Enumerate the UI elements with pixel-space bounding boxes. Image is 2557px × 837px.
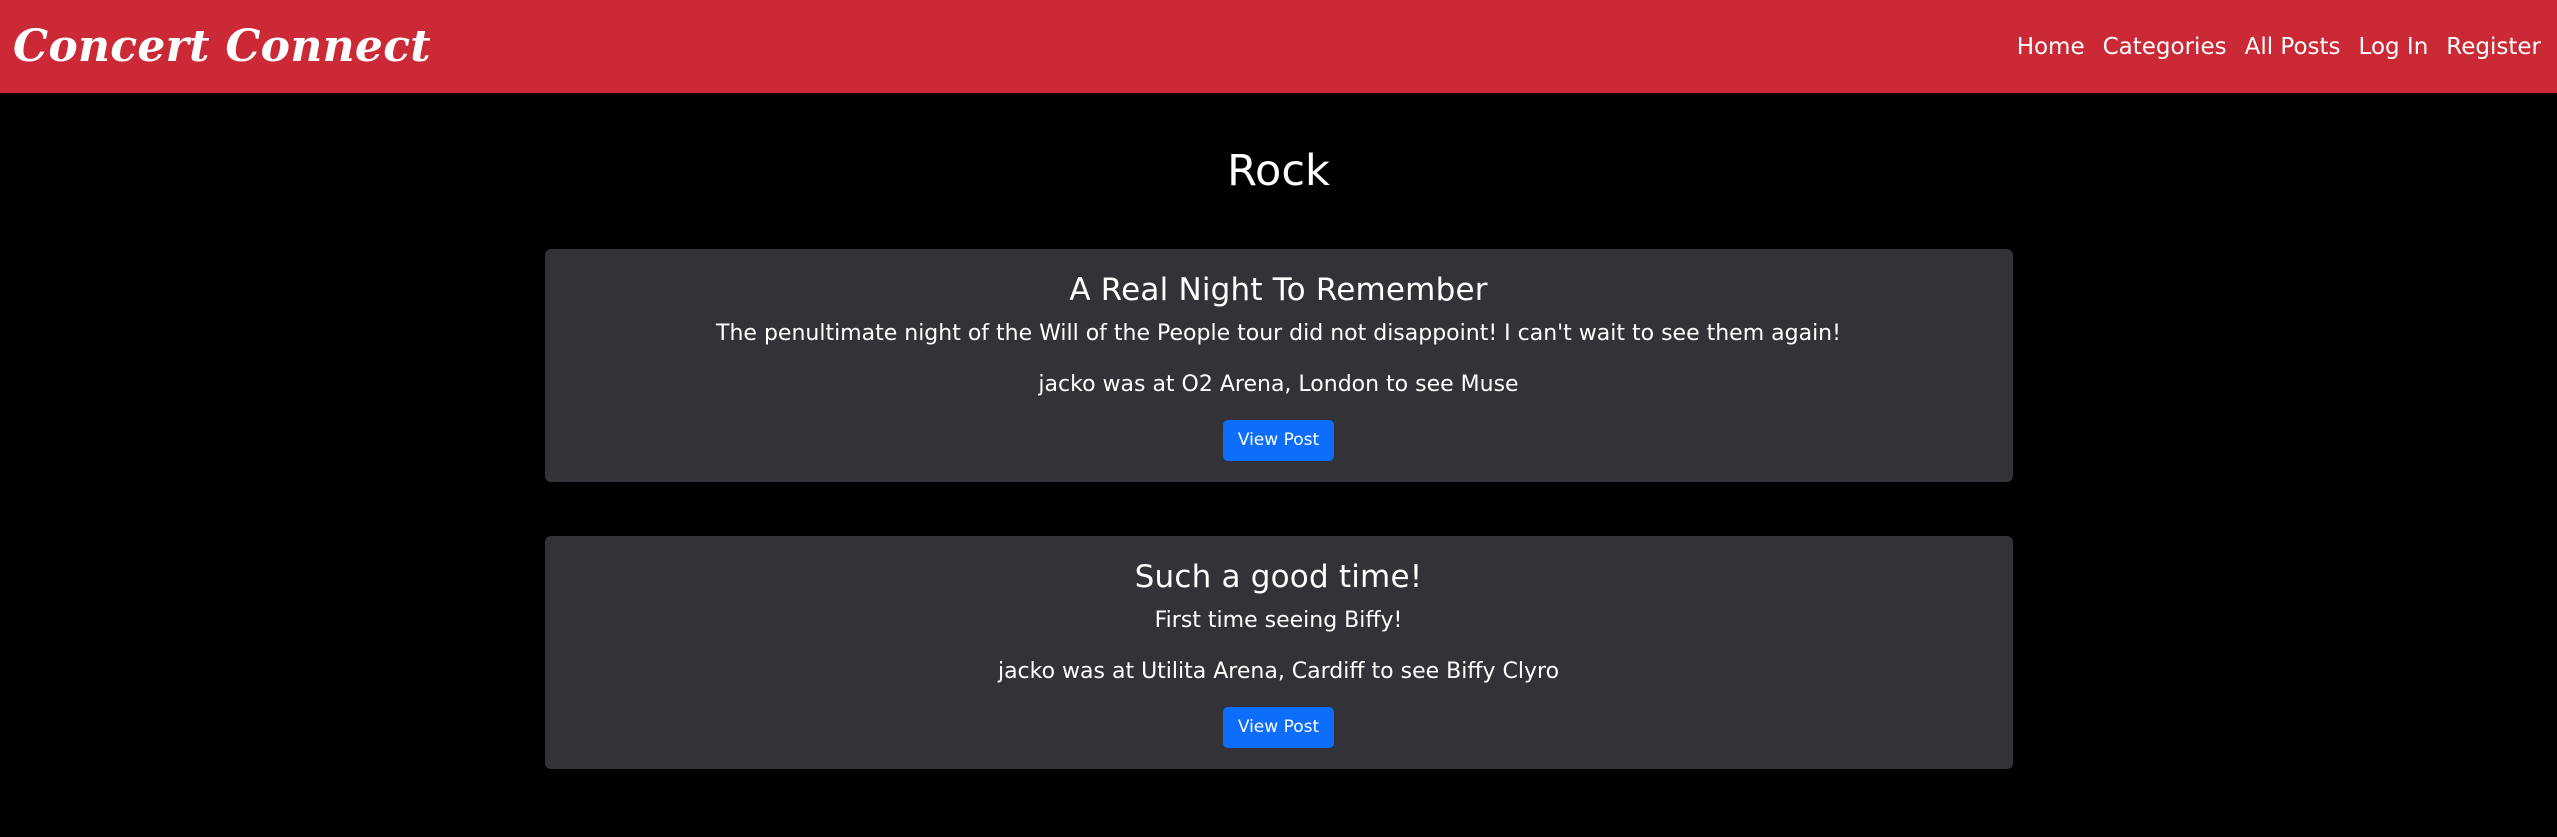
page-title: Rock [1227,146,1330,196]
post-card: A Real Night To Remember The penultimate… [544,249,2013,482]
view-post-button[interactable]: View Post [1222,420,1335,461]
post-title: Such a good time! [1134,559,1423,595]
nav-link-register[interactable]: Register [2446,34,2541,60]
post-list: A Real Night To Remember The penultimate… [544,249,2013,769]
brand-logo-link[interactable]: Concert Connect [13,21,431,72]
post-body: The penultimate night of the Will of the… [716,321,1841,346]
nav-link-all-posts[interactable]: All Posts [2245,34,2341,60]
post-card: Such a good time! First time seeing Biff… [544,536,2013,769]
post-title: A Real Night To Remember [1069,272,1488,308]
nav-link-categories[interactable]: Categories [2103,34,2227,60]
nav-link-home[interactable]: Home [2017,34,2085,60]
view-post-button[interactable]: View Post [1222,707,1335,748]
post-meta: jacko was at Utilita Arena, Cardiff to s… [997,659,1560,684]
post-body: First time seeing Biffy! [1154,608,1403,633]
navbar: Concert Connect Home Categories All Post… [0,0,2557,93]
post-meta: jacko was at O2 Arena, London to see Mus… [1038,372,1519,397]
main-content: Rock A Real Night To Remember The penult… [0,93,2557,769]
nav-links: Home Categories All Posts Log In Registe… [2017,34,2541,60]
nav-link-log-in[interactable]: Log In [2359,34,2429,60]
